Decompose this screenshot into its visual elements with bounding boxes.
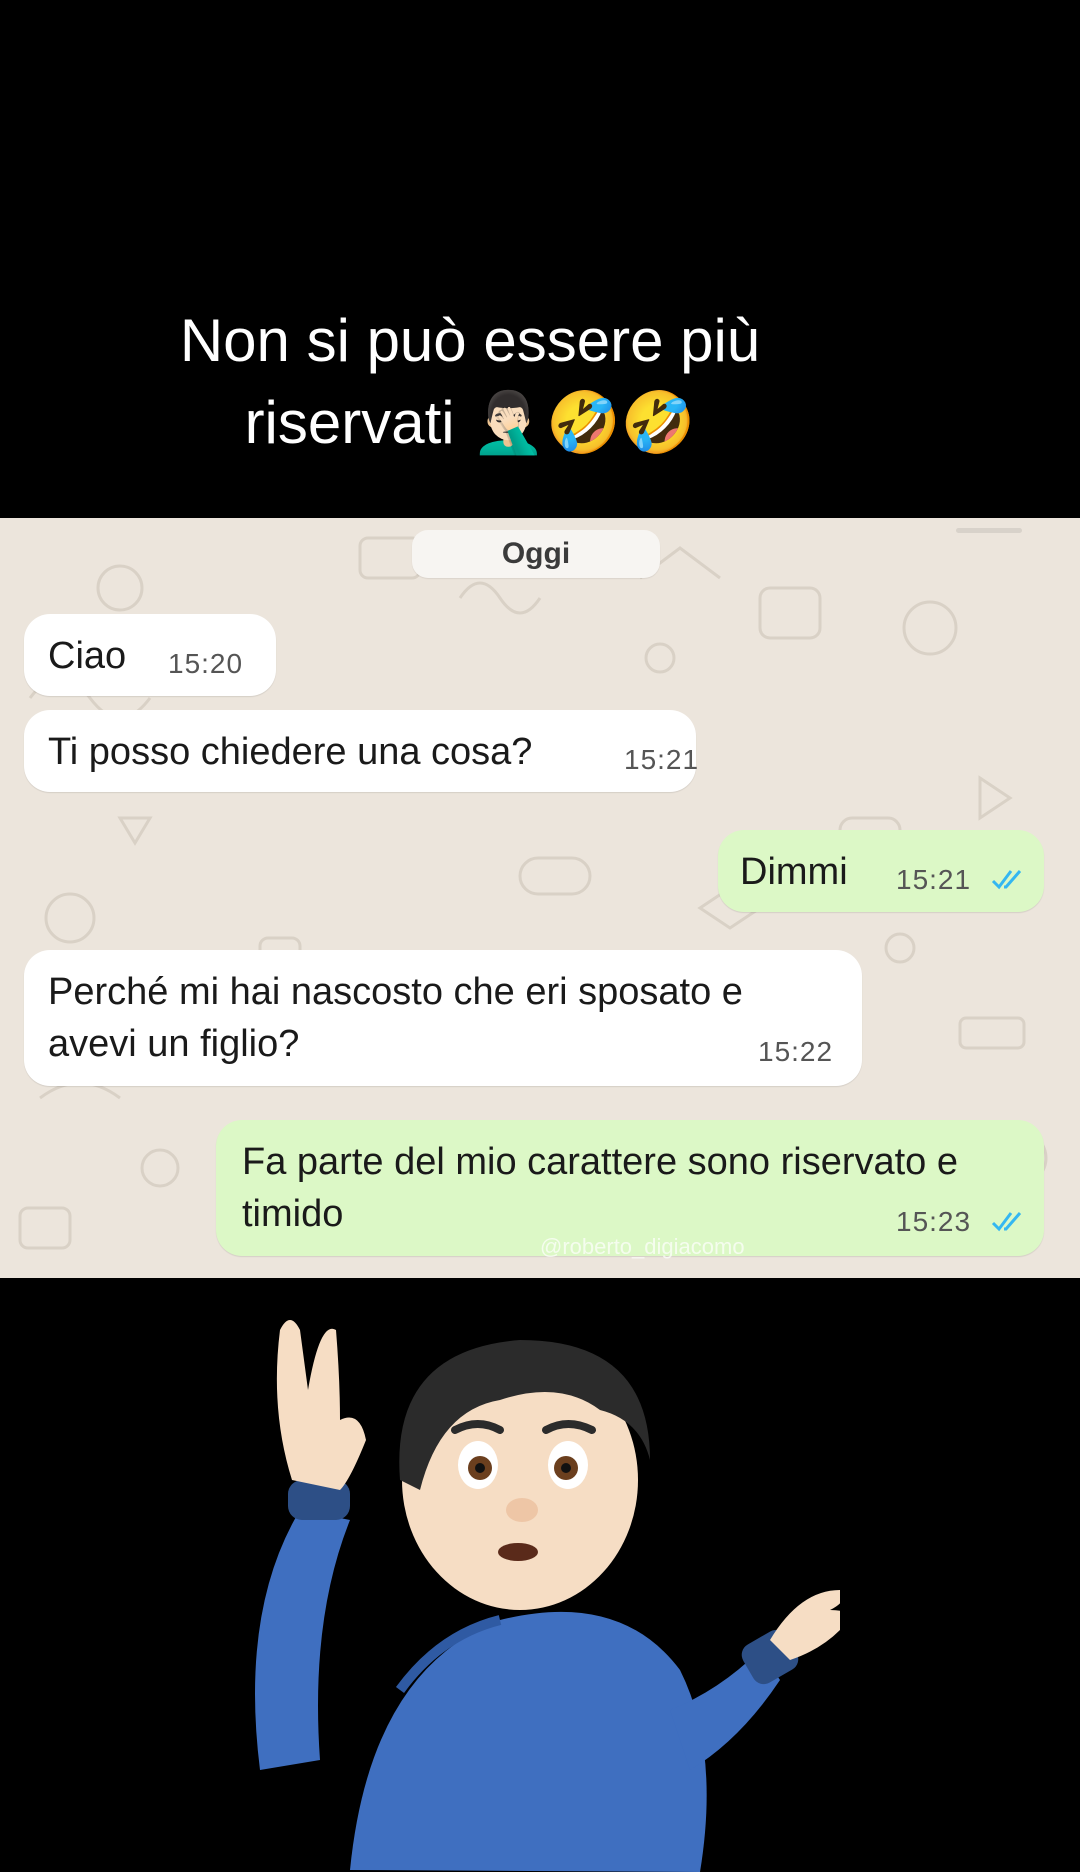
person-shrugging-icon <box>255 1320 840 1872</box>
message-text: Ti posso chiedere una cosa? <box>48 731 533 773</box>
caption-line-2: riservati 🤦🏻‍♂️🤣🤣 <box>244 389 696 456</box>
message-time: 15:21 <box>896 864 972 895</box>
chat-screenshot: Oggi Ciao 15:20 Ti posso chiedere una co… <box>0 518 1080 1278</box>
read-receipt-icon <box>991 870 1022 890</box>
date-separator: Oggi <box>412 530 660 578</box>
message-time: 15:21 <box>624 744 700 775</box>
tiktok-watermark: @roberto_digiacomo <box>540 1234 745 1259</box>
caption-line-1: Non si può essere più <box>179 307 761 374</box>
wallpaper-edge-line <box>956 528 1022 533</box>
read-receipt-icon <box>991 1212 1022 1232</box>
message-outgoing[interactable]: Dimmi 15:21 <box>718 830 1044 912</box>
message-text: Perché mi hai nascosto che eri sposato e… <box>48 971 743 1065</box>
message-time: 15:20 <box>168 648 244 679</box>
message-incoming[interactable]: Ti posso chiedere una cosa? 15:21 <box>24 710 700 792</box>
video-caption: Non si può essere più riservati 🤦🏻‍♂️🤣🤣 <box>0 300 940 464</box>
message-incoming[interactable]: Perché mi hai nascosto che eri sposato e… <box>24 950 862 1086</box>
message-time: 15:22 <box>758 1036 834 1067</box>
message-text: Ciao <box>48 635 127 677</box>
message-time: 15:23 <box>896 1206 972 1237</box>
message-incoming[interactable]: Ciao 15:20 <box>24 614 276 696</box>
message-text: Dimmi <box>740 851 848 893</box>
